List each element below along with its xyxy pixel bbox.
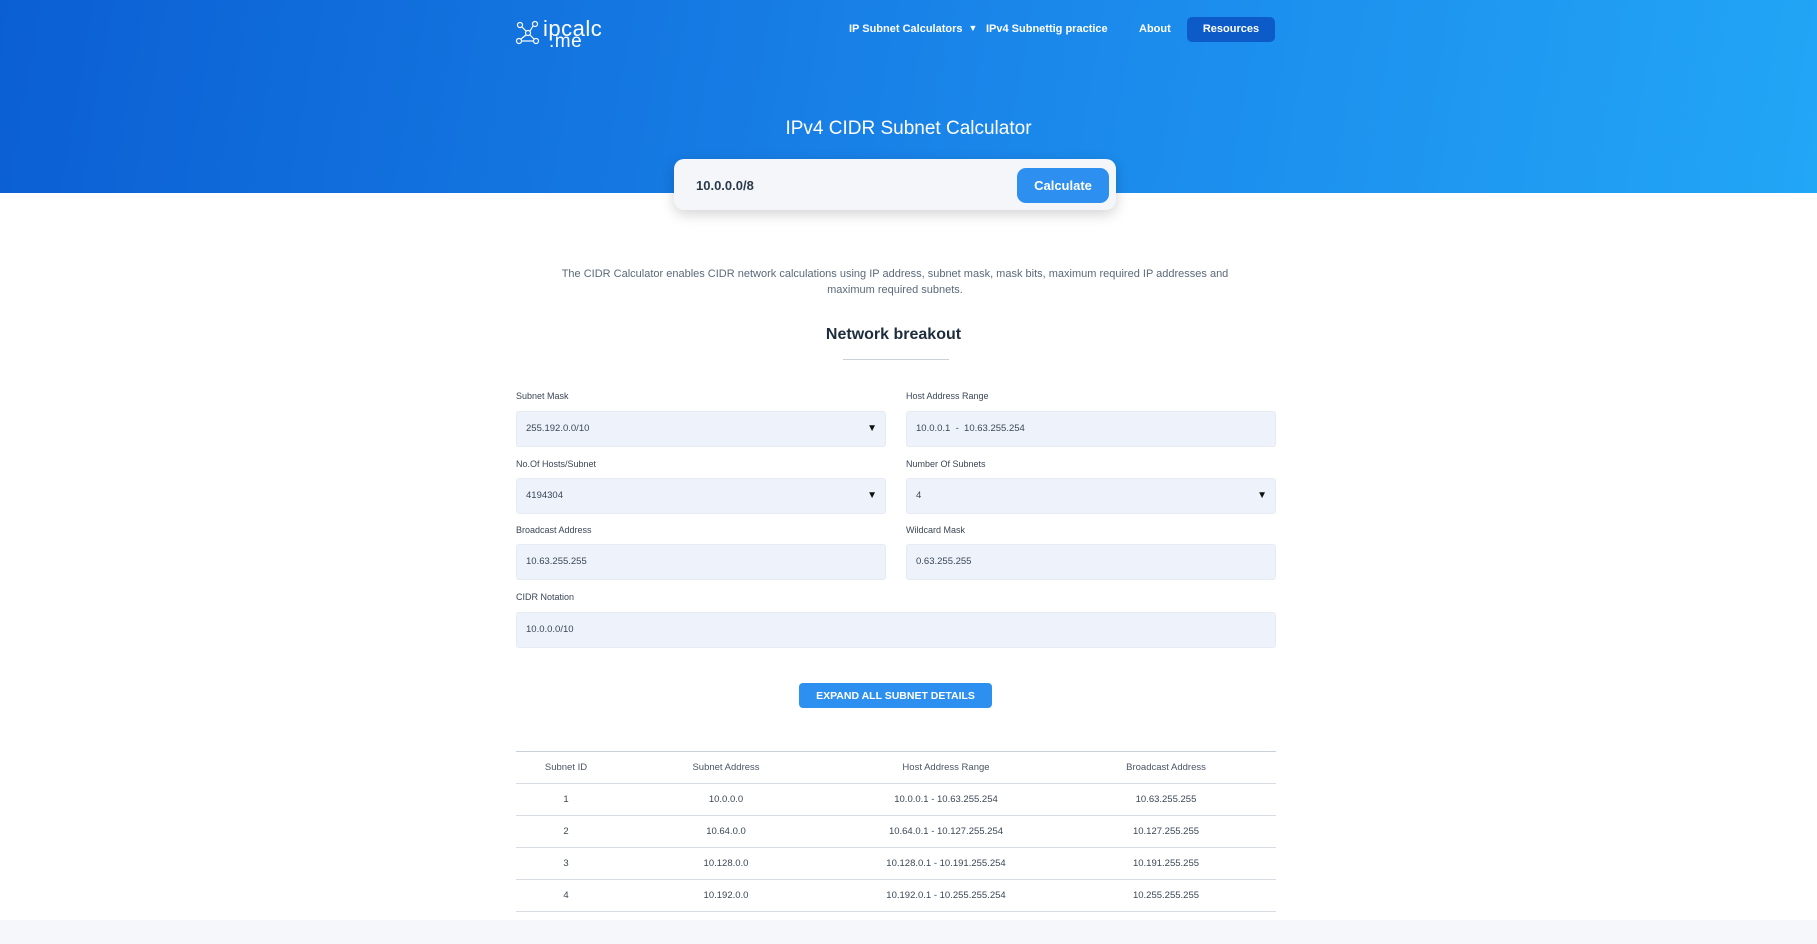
subnet-id-cell: 3: [563, 858, 569, 869]
subnet-mask-label: Subnet Mask: [516, 391, 569, 401]
cidr-notation-label: CIDR Notation: [516, 592, 575, 602]
subnet-id-cell: 2: [563, 826, 569, 837]
subnet-table: Subnet ID Subnet Address Host Address Ra…: [516, 751, 1276, 912]
subnet-address-cell: 10.64.0.0: [706, 826, 746, 837]
number-of-subnets-select[interactable]: 4 ▼: [906, 478, 1276, 514]
number-of-subnets-value: 4: [916, 490, 922, 501]
broadcast-cell: 10.255.255.255: [1132, 890, 1200, 901]
table-row: 1 10.0.0.0 10.0.0.1 - 10.63.255.254 10.6…: [516, 783, 1276, 815]
cidr-notation-field[interactable]: 10.0.0.0/10: [516, 612, 1276, 648]
host-address-range-label: Host Address Range: [906, 391, 989, 401]
footer-band: [0, 920, 1817, 944]
nav-item-label: IPv4 Subnettig practice: [986, 23, 1108, 35]
calculate-button[interactable]: Calculate: [1017, 168, 1109, 203]
header-subnet-address: Subnet Address: [692, 762, 760, 773]
header-broadcast-address: Broadcast Address: [1126, 762, 1206, 773]
nav-ip-subnet-calculators[interactable]: IP Subnet Calculators ▼: [849, 23, 977, 35]
subnet-address-cell: 10.128.0.0: [703, 858, 749, 869]
wildcard-mask-field[interactable]: 0.63.255.255: [906, 544, 1276, 580]
nav-ipv4-subnetting-practice[interactable]: IPv4 Subnettig practice: [986, 23, 1108, 35]
subnet-id-cell: 1: [563, 794, 569, 805]
wildcard-mask-label: Wildcard Mask: [906, 525, 966, 535]
table-row: 2 10.64.0.0 10.64.0.1 - 10.127.255.254 1…: [516, 815, 1276, 847]
nav-about[interactable]: About: [1139, 23, 1171, 35]
cidr-input[interactable]: [694, 171, 998, 199]
network-breakout-title: Network breakout: [825, 326, 962, 343]
broadcast-address-label: Broadcast Address: [516, 525, 592, 535]
host-address-range-field[interactable]: 10.0.0.1 - 10.63.255.254: [906, 411, 1276, 447]
host-range-cell: 10.64.0.1 - 10.127.255.254: [888, 826, 1004, 837]
subnet-id-cell: 4: [563, 890, 569, 901]
title-divider: [843, 359, 949, 360]
subnet-mask-select[interactable]: 255.192.0.0/10 ▼: [516, 411, 886, 447]
broadcast-cell: 10.127.255.255: [1132, 826, 1200, 837]
host-range-cell: 10.192.0.1 - 10.255.255.254: [886, 890, 1006, 901]
hosts-per-subnet-label: No.Of Hosts/Subnet: [516, 459, 597, 469]
broadcast-cell: 10.191.255.255: [1132, 858, 1200, 869]
table-header-row: Subnet ID Subnet Address Host Address Ra…: [516, 751, 1276, 783]
network-logo-icon: [515, 20, 540, 45]
resources-button[interactable]: Resources: [1187, 17, 1275, 42]
hosts-per-subnet-select[interactable]: 4194304 ▼: [516, 478, 886, 514]
subnet-address-cell: 10.0.0.0: [708, 794, 744, 805]
host-range-cell: 10.0.0.1 - 10.63.255.254: [894, 794, 998, 805]
select-arrow-icon: ▼: [1257, 490, 1267, 501]
intro-text: The CIDR Calculator enables CIDR network…: [561, 268, 1229, 296]
subnet-mask-value: 255.192.0.0/10: [526, 423, 590, 434]
caret-down-icon: ▼: [968, 23, 978, 33]
page-title: IPv4 CIDR Subnet Calculator: [785, 118, 1032, 139]
select-arrow-icon: ▼: [867, 490, 877, 501]
broadcast-address-field[interactable]: 10.63.255.255: [516, 544, 886, 580]
nav-item-label: IP Subnet Calculators: [849, 23, 963, 35]
top-navigation: ipcalc .me IP Subnet Calculators ▼ IPv4 S…: [0, 0, 1817, 60]
hosts-per-subnet-value: 4194304: [526, 490, 563, 501]
select-arrow-icon: ▼: [867, 423, 877, 434]
header-host-address-range: Host Address Range: [902, 762, 990, 773]
nav-item-label: About: [1139, 23, 1171, 35]
table-row: 3 10.128.0.0 10.128.0.1 - 10.191.255.254…: [516, 847, 1276, 879]
table-row: 4 10.192.0.0 10.192.0.1 - 10.255.255.254…: [516, 879, 1276, 912]
logo-text-suffix: .me: [549, 31, 583, 52]
host-range-cell: 10.128.0.1 - 10.191.255.254: [886, 858, 1006, 869]
header-subnet-id: Subnet ID: [544, 762, 588, 773]
broadcast-cell: 10.63.255.255: [1135, 794, 1197, 805]
site-logo[interactable]: ipcalc .me: [515, 16, 607, 52]
subnet-address-cell: 10.192.0.0: [703, 890, 749, 901]
cidr-search-box: Calculate: [674, 159, 1116, 210]
number-of-subnets-label: Number Of Subnets: [906, 459, 986, 469]
expand-all-subnet-details-button[interactable]: EXPAND ALL SUBNET DETAILS: [799, 683, 992, 708]
